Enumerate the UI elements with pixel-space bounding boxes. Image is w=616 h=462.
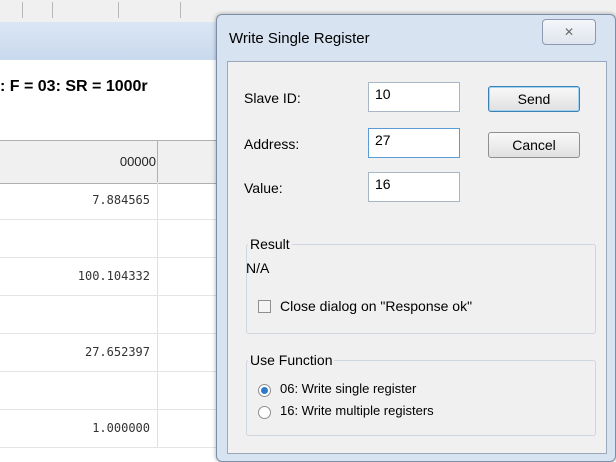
data-grid: 7.884565 100.104332 27.652397 1.000000 [0,182,230,462]
grid-divider [157,296,158,333]
radio-write-multiple[interactable] [258,406,271,419]
result-text: N/A [246,260,270,276]
slave-id-field[interactable]: 10 [368,82,460,112]
cell-value: 100.104332 [77,269,150,283]
grid-divider [157,220,158,257]
table-row[interactable]: 1.000000 [0,410,230,448]
slave-id-label: Slave ID: [244,90,301,106]
table-row[interactable] [0,296,230,334]
close-dialog-label[interactable]: Close dialog on "Response ok" [280,298,472,314]
use-function-group-title: Use Function [248,352,335,368]
radio-write-single[interactable] [258,384,271,397]
function-status-text: : F = 03: SR = 1000r [0,78,148,95]
dialog-title: Write Single Register [229,30,370,47]
background-status-area [0,60,230,140]
toolbar-separator [118,2,119,18]
table-row[interactable]: 27.652397 [0,334,230,372]
grid-divider [157,258,158,295]
toolbar-separator [52,2,53,18]
toolbar-separator [22,2,23,18]
grid-divider [157,334,158,371]
cell-value: 7.884565 [92,193,150,207]
grid-column-divider [157,141,158,183]
close-icon: ✕ [563,25,575,39]
radio-write-multiple-label[interactable]: 16: Write multiple registers [280,403,434,418]
grid-column-header[interactable]: 00000 [120,154,156,169]
use-function-group [246,360,596,436]
send-button[interactable]: Send [488,86,580,112]
grid-divider [157,182,158,219]
grid-divider [157,372,158,409]
address-field[interactable]: 27 [368,128,460,158]
toolbar-separator [180,2,181,18]
table-row[interactable] [0,372,230,410]
dialog-client-area: Slave ID: 10 Address: 27 Value: 16 Send … [227,61,607,454]
result-group [246,244,596,334]
value-label: Value: [244,180,283,196]
address-label: Address: [244,136,300,152]
write-single-register-dialog: Write Single Register ✕ Slave ID: 10 Add… [216,14,616,462]
table-row[interactable]: 7.884565 [0,182,230,220]
radio-write-single-label[interactable]: 06: Write single register [280,381,416,396]
cell-value: 1.000000 [92,421,150,435]
close-dialog-checkbox[interactable] [258,300,271,313]
cancel-button[interactable]: Cancel [488,132,580,158]
grid-divider [157,410,158,447]
cell-value: 27.652397 [84,345,150,359]
close-button[interactable]: ✕ [542,19,596,45]
table-row[interactable]: 100.104332 [0,258,230,296]
value-field[interactable]: 16 [368,172,460,202]
grid-header: 00000 [0,140,230,184]
table-row[interactable] [0,220,230,258]
result-group-title: Result [248,236,292,252]
